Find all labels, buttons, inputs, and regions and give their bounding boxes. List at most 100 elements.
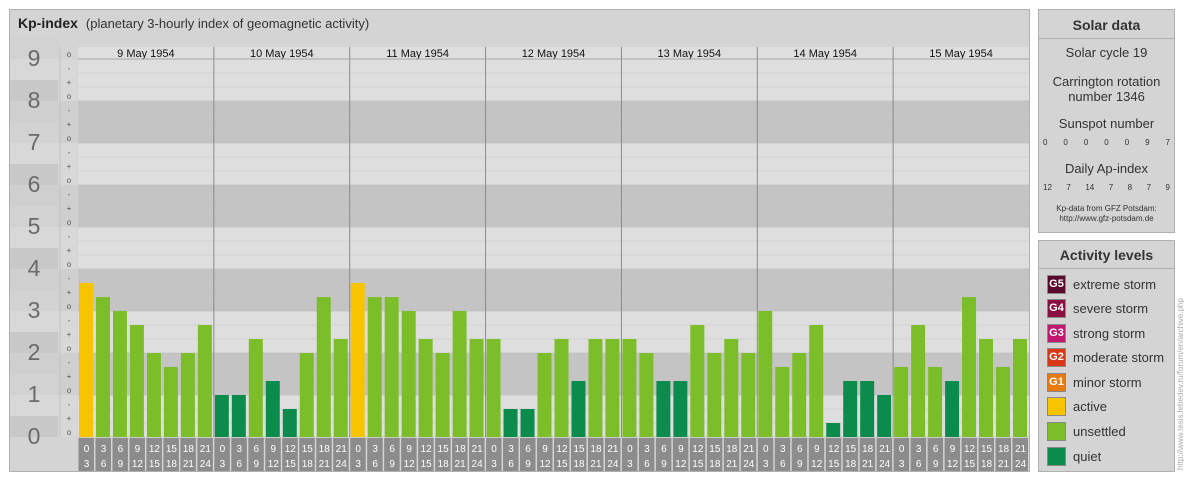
kp-bar (95, 297, 110, 437)
x-tick-label: 21 (726, 459, 738, 470)
sunspot-label: Sunspot number (1058, 116, 1155, 131)
solar-cycle: Solar cycle 19 (1065, 45, 1148, 60)
kp-bar (180, 353, 195, 437)
x-tick-label: 21 (472, 444, 484, 455)
kp-band (78, 269, 1029, 311)
x-tick-label: 9 (389, 459, 395, 470)
x-tick-label: 0 (899, 444, 905, 455)
legend-label: active (1073, 398, 1107, 414)
sub-tick-label: o (67, 176, 72, 185)
x-tick-label: 18 (319, 444, 331, 455)
kp-bar (146, 353, 161, 437)
y-tick-label: 3 (28, 297, 41, 323)
legend-swatch: G4 (1047, 298, 1066, 318)
x-tick-label: 15 (964, 459, 976, 470)
legend-item-g1: G1 minor storm (1047, 372, 1142, 392)
source-link[interactable]: http://www.gfz-potsdam.de (1039, 214, 1174, 224)
x-tick-label: 6 (508, 459, 514, 470)
x-tick-label: 18 (183, 444, 195, 455)
kp-band (78, 353, 1029, 395)
legend-item-active: active (1047, 396, 1107, 416)
x-tick-label: 15 (421, 459, 433, 470)
kp-bar (367, 297, 382, 437)
kp-bar (384, 297, 399, 437)
x-tick-label: 24 (1015, 459, 1027, 470)
kp-bar (469, 339, 484, 437)
kp-bar (316, 297, 331, 437)
x-tick-label: 18 (166, 459, 178, 470)
kp-bar (197, 324, 212, 437)
kp-bar (112, 311, 127, 437)
kp-bar (486, 339, 501, 437)
kp-bar (418, 339, 433, 437)
watermark-url: http://www.tesis.lebedev.ru/forum/en/arc… (1176, 298, 1184, 470)
x-tick-label: 12 (539, 459, 551, 470)
kp-bar (520, 408, 535, 437)
x-tick-label: 0 (763, 444, 769, 455)
x-tick-label: 12 (149, 444, 161, 455)
x-tick-label: 12 (692, 444, 704, 455)
x-tick-label: 12 (268, 459, 280, 470)
ap-value: 7 (1108, 183, 1114, 192)
x-tick-label: 9 (254, 459, 260, 470)
sunspot-value: 0 (1083, 138, 1089, 147)
kp-bar (401, 311, 416, 437)
legend-swatch: G2 (1047, 347, 1066, 367)
x-tick-label: 0 (627, 444, 633, 455)
kp-band (78, 311, 1029, 353)
sub-tick-label: - (68, 106, 71, 115)
y-tick-label: 4 (28, 255, 41, 281)
solar-panel-title: Solar data (1072, 17, 1141, 33)
day-label: 9 May 1954 (117, 48, 174, 60)
x-tick-label: 3 (627, 459, 633, 470)
legend-label: severe storm (1073, 300, 1149, 316)
x-tick-label: 21 (455, 459, 467, 470)
sunspot-values: 0 0 0 0 0 9 7 (1043, 138, 1170, 147)
sub-tick-label: o (67, 428, 72, 437)
x-tick-label: 12 (828, 444, 840, 455)
kp-bar (299, 353, 314, 437)
kp-bar (214, 395, 229, 437)
legend-swatch (1047, 446, 1066, 466)
kp-bar (129, 324, 144, 437)
kp-bar (945, 381, 960, 437)
sunspot-value: 0 (1043, 138, 1048, 147)
x-tick-label: 6 (101, 459, 107, 470)
x-tick-label: 6 (933, 444, 939, 455)
x-tick-label: 12 (675, 459, 687, 470)
x-tick-label: 12 (811, 459, 823, 470)
sub-tick-label: o (67, 344, 72, 353)
x-tick-label: 12 (947, 459, 959, 470)
x-tick-label: 9 (135, 444, 141, 455)
legend-label: moderate storm (1073, 349, 1165, 365)
sub-tick-label: o (67, 134, 72, 143)
ap-value: 14 (1085, 183, 1095, 192)
kp-band (78, 143, 1029, 185)
kp-bar (843, 381, 858, 437)
x-tick-label: 18 (998, 444, 1010, 455)
x-tick-label: 6 (118, 444, 124, 455)
kp-bar (231, 395, 246, 437)
sub-tick-label: o (67, 302, 72, 311)
x-tick-label: 3 (508, 444, 514, 455)
sunspot-value: 0 (1104, 138, 1109, 147)
sub-tick-label: - (68, 232, 71, 241)
x-tick-label: 3 (84, 459, 90, 470)
kp-bar (724, 339, 739, 437)
kp-bar (265, 381, 280, 437)
x-tick-label: 21 (319, 459, 331, 470)
kp-bar (996, 366, 1011, 437)
sub-tick-label: + (67, 78, 72, 87)
kp-bar (792, 353, 807, 437)
x-tick-label: 9 (678, 444, 684, 455)
x-tick-label: 15 (166, 444, 178, 455)
kp-band (78, 101, 1029, 143)
y-tick-label: 0 (28, 423, 41, 449)
x-tick-label: 6 (525, 444, 531, 455)
x-tick-label: 21 (590, 459, 602, 470)
x-tick-label: 6 (661, 444, 667, 455)
legend-item-g4: G4 severe storm (1047, 298, 1148, 318)
x-tick-label: 3 (220, 459, 226, 470)
kp-bar (503, 408, 518, 437)
x-tick-label: 18 (981, 459, 993, 470)
